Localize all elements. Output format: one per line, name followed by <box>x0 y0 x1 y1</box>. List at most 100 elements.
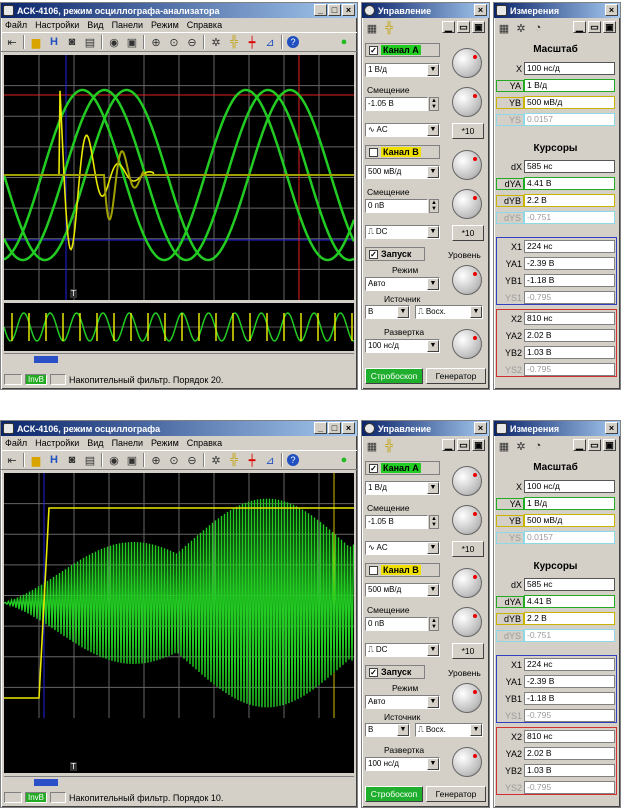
chip-icon[interactable]: ▦ <box>497 439 511 453</box>
scroll-thumb[interactable] <box>34 356 58 363</box>
channel-a-offset-spinner[interactable]: ▲ ▼ <box>429 97 439 111</box>
meas-restore-button[interactable]: ▭ <box>588 439 601 451</box>
trigger-level-knob[interactable] <box>452 265 482 295</box>
sweep-knob[interactable] <box>452 747 482 777</box>
open-folder-icon[interactable]: ▆ <box>29 35 43 49</box>
scope-display[interactable]: T <box>4 473 354 773</box>
horizontal-scrollbar[interactable] <box>4 353 354 365</box>
cursor-red-icon[interactable]: ┿ <box>245 453 259 467</box>
minimize-button[interactable]: _ <box>314 4 327 16</box>
status-aux[interactable] <box>50 792 67 803</box>
maximize-button[interactable]: □ <box>328 4 341 16</box>
gear-icon[interactable]: ✲ <box>514 21 528 35</box>
gear-icon[interactable]: ✲ <box>514 439 528 453</box>
maximize-button[interactable]: □ <box>328 422 341 434</box>
help-icon[interactable]: ? <box>287 36 299 48</box>
window-titlebar[interactable]: АСК-4106, режим осциллографа-анализатора… <box>1 3 357 18</box>
measurements-close-button[interactable]: × <box>605 422 618 434</box>
trigger-checkbox[interactable]: ✓ Запуск <box>365 247 425 261</box>
panel-restore-button[interactable]: ▭ <box>457 21 470 33</box>
display-icon[interactable]: ▣ <box>125 35 139 49</box>
trigger-source-select[interactable]: B ▼ <box>365 723 410 737</box>
menu-item[interactable]: Файл <box>5 20 27 30</box>
gear-icon[interactable]: ✲ <box>209 453 223 467</box>
menu-item[interactable]: Режим <box>151 20 179 30</box>
generator-button[interactable]: Генератор <box>426 786 486 802</box>
measure-icon[interactable]: ⊿ <box>263 453 277 467</box>
channel-b-offset-input[interactable]: 0 пВ <box>365 617 428 631</box>
panel-restore-button[interactable]: ▭ <box>457 439 470 451</box>
channel-b-offset-knob[interactable] <box>452 189 482 219</box>
cursor-icon[interactable]: ╬ <box>382 21 396 35</box>
trigger-mode-select[interactable]: Авто ▼ <box>365 695 440 709</box>
menu-item[interactable]: Справка <box>187 438 222 448</box>
zoom-fit-icon[interactable]: ⊙ <box>167 453 181 467</box>
control-titlebar[interactable]: Управление × <box>362 3 489 18</box>
eye-icon[interactable]: ◉ <box>107 453 121 467</box>
measurements-titlebar[interactable]: Измерения × <box>494 3 620 18</box>
scope-display[interactable]: T <box>4 55 354 300</box>
channel-a-offset-spinner[interactable]: ▲ ▼ <box>429 515 439 529</box>
open-folder-icon[interactable]: ▆ <box>29 453 43 467</box>
menu-item[interactable]: Вид <box>87 438 103 448</box>
channel-b-scale-select[interactable]: 500 мВ/д ▼ <box>365 165 440 179</box>
clock-icon[interactable]: ◔ <box>531 21 545 35</box>
chip-icon[interactable]: ▦ <box>497 21 511 35</box>
menu-item[interactable]: Настройки <box>35 20 79 30</box>
panel-close-button[interactable]: ▣ <box>472 439 485 451</box>
zoom-fit-icon[interactable]: ⊙ <box>167 35 181 49</box>
channel-a-offset-input[interactable]: -1.05 В <box>365 97 428 111</box>
run-indicator-icon[interactable]: ● <box>337 453 351 467</box>
print-icon[interactable]: ▤ <box>83 35 97 49</box>
menu-item[interactable]: Справка <box>187 20 222 30</box>
horizontal-scrollbar[interactable] <box>4 776 354 788</box>
trigger-source-select[interactable]: B ▼ <box>365 305 410 319</box>
channel-a-offset-knob[interactable] <box>452 505 482 535</box>
channel-a-x10-button[interactable]: *10 <box>452 541 484 557</box>
channel-b-scale-select[interactable]: 500 мВ/д ▼ <box>365 583 440 597</box>
control-close-button[interactable]: × <box>474 4 487 16</box>
eye-icon[interactable]: ◉ <box>107 35 121 49</box>
exit-icon[interactable]: ⇤ <box>5 35 19 49</box>
window-titlebar[interactable]: АСК-4106, режим осциллографа _ □ × <box>1 421 357 436</box>
strobe-button[interactable]: Стробоскоп <box>365 786 423 802</box>
cursor-red-icon[interactable]: ┿ <box>245 35 259 49</box>
exit-icon[interactable]: ⇤ <box>5 453 19 467</box>
cursor-yellow-icon[interactable]: ╬ <box>227 453 241 467</box>
print-icon[interactable]: ▤ <box>83 453 97 467</box>
cursor-yellow-icon[interactable]: ╬ <box>227 35 241 49</box>
channel-b-checkbox[interactable]: Канал B <box>365 145 440 159</box>
channel-a-x10-button[interactable]: *10 <box>452 123 484 139</box>
display-icon[interactable]: ▣ <box>125 453 139 467</box>
channel-b-checkbox[interactable]: Канал B <box>365 563 440 577</box>
channel-a-scale-select[interactable]: 1 В/д ▼ <box>365 63 440 77</box>
channel-a-scale-select[interactable]: 1 В/д ▼ <box>365 481 440 495</box>
camera-icon[interactable]: ◙ <box>65 453 79 467</box>
trigger-level-knob[interactable] <box>452 683 482 713</box>
zoom-out-icon[interactable]: ⊖ <box>185 35 199 49</box>
trigger-edge-select[interactable]: ⎍ Восх. ▼ <box>415 723 483 737</box>
zoom-in-icon[interactable]: ⊕ <box>149 453 163 467</box>
channel-b-x10-button[interactable]: *10 <box>452 643 484 659</box>
measurements-titlebar[interactable]: Измерения × <box>494 421 620 436</box>
channel-b-offset-spinner[interactable]: ▲ ▼ <box>429 199 439 213</box>
channel-a-checkbox[interactable]: ✓ Канал A <box>365 43 440 57</box>
zoom-out-icon[interactable]: ⊖ <box>185 453 199 467</box>
channel-b-scale-knob[interactable] <box>452 150 482 180</box>
panel-min-button[interactable]: ▁ <box>442 21 455 33</box>
trigger-edge-select[interactable]: ⎍ Восх. ▼ <box>415 305 483 319</box>
menu-item[interactable]: Настройки <box>35 438 79 448</box>
panel-min-button[interactable]: ▁ <box>442 439 455 451</box>
channel-b-x10-button[interactable]: *10 <box>452 225 484 241</box>
status-inva[interactable] <box>4 374 22 385</box>
close-button[interactable]: × <box>342 422 355 434</box>
channel-a-coupling-select[interactable]: ∿ AC ▼ <box>365 123 440 137</box>
clock-icon[interactable]: ◔ <box>531 439 545 453</box>
meas-restore-button[interactable]: ▭ <box>588 21 601 33</box>
channel-a-offset-input[interactable]: -1.05 В <box>365 515 428 529</box>
trigger-checkbox[interactable]: ✓ Запуск <box>365 665 425 679</box>
channel-b-offset-input[interactable]: 0 пВ <box>365 199 428 213</box>
control-titlebar[interactable]: Управление × <box>362 421 489 436</box>
channel-a-checkbox[interactable]: ✓ Канал A <box>365 461 440 475</box>
status-invb[interactable]: InvB <box>25 374 48 385</box>
